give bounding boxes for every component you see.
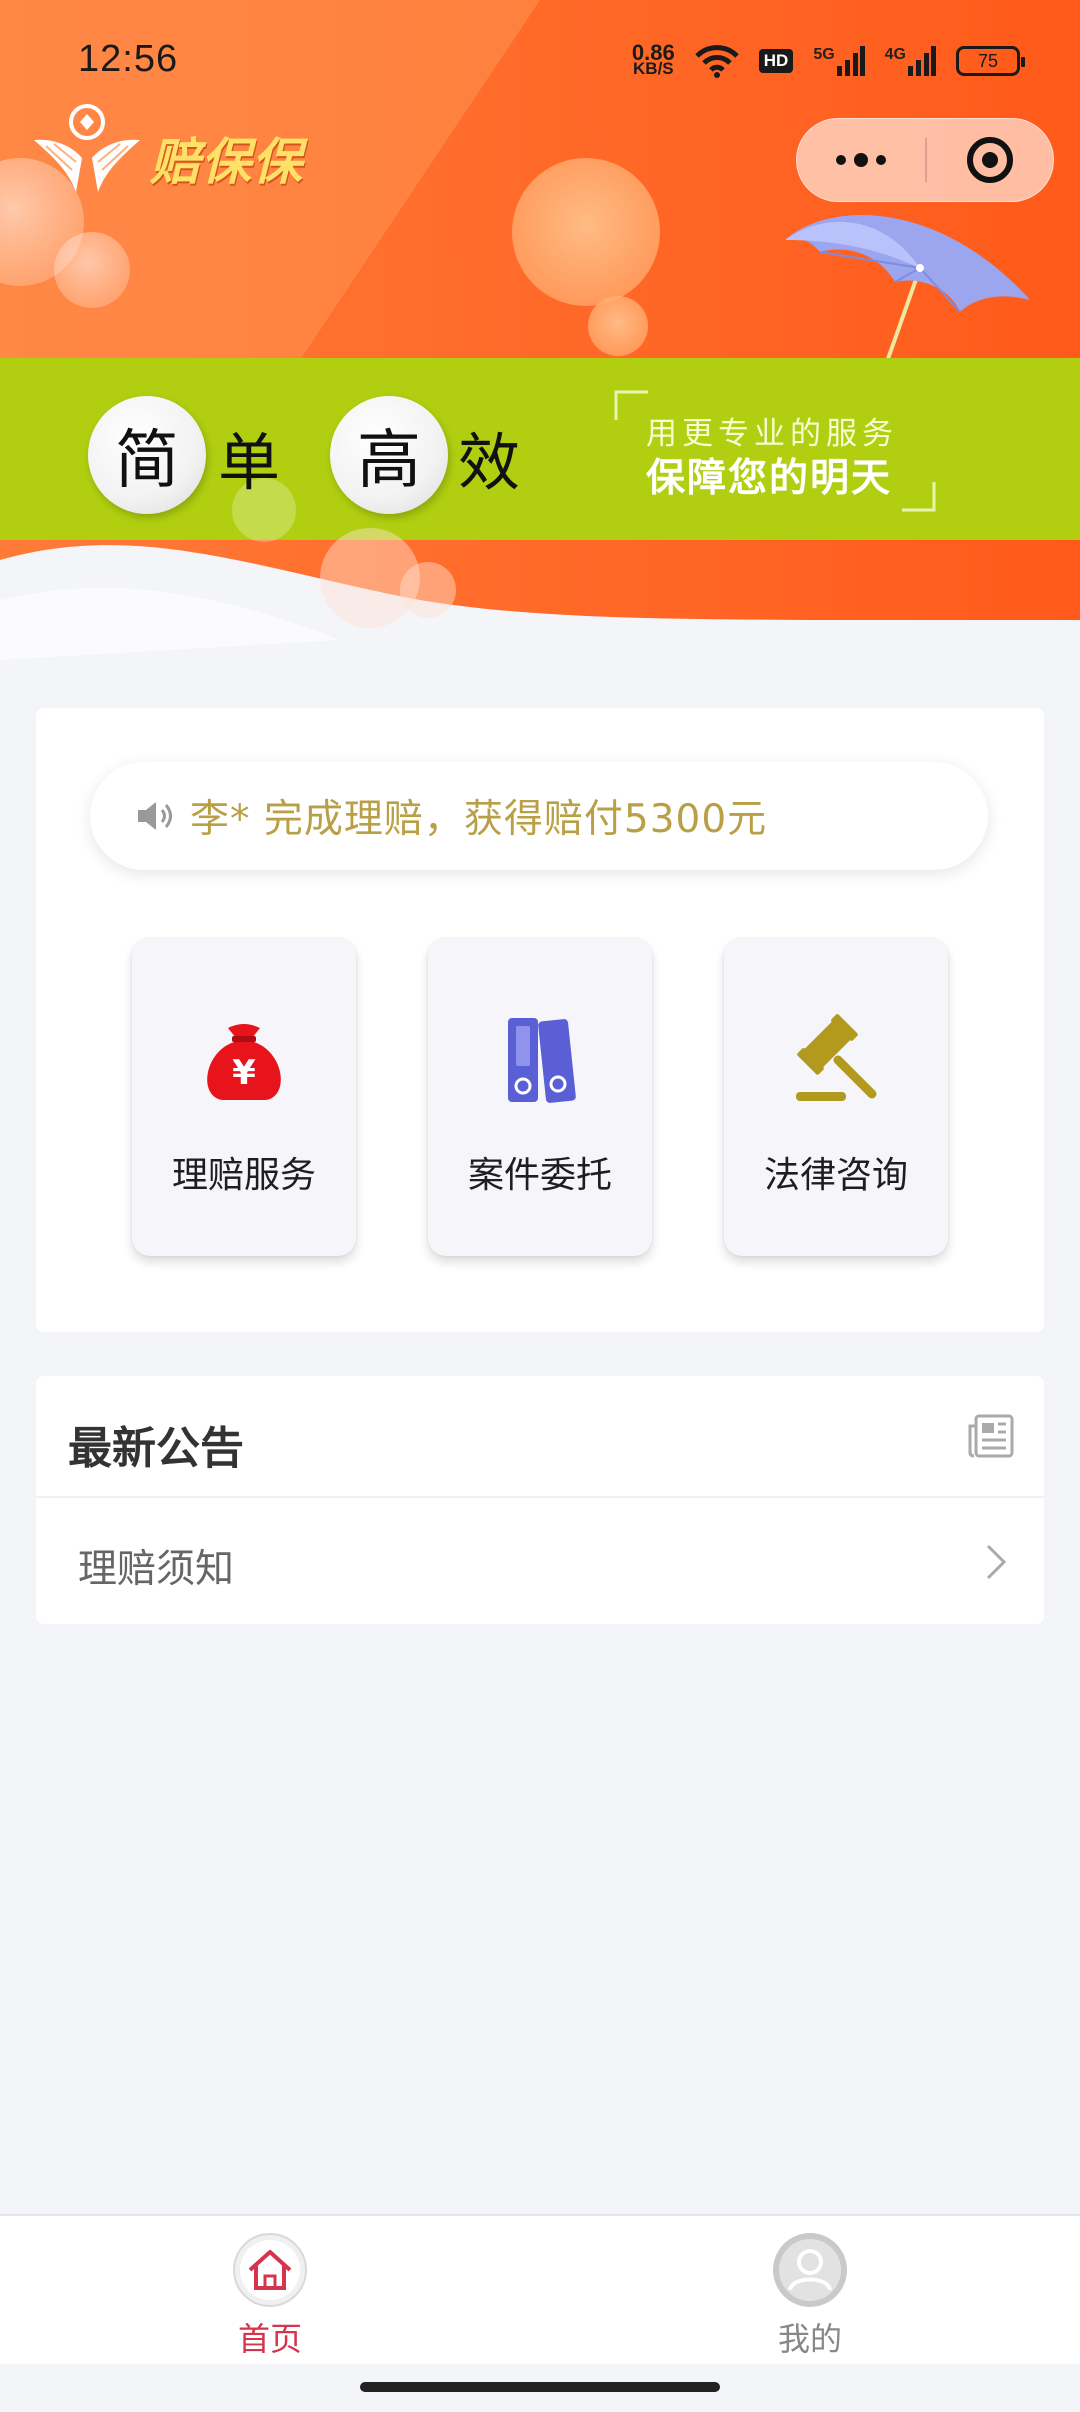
gavel-icon	[780, 1002, 892, 1114]
logo-wings-icon	[34, 104, 140, 192]
money-bag-icon: ¥	[188, 1002, 300, 1114]
tab-home[interactable]: 首页	[170, 2232, 370, 2358]
close-target-icon[interactable]	[927, 119, 1053, 201]
chevron-right-icon	[986, 1544, 1007, 1580]
announcements-header: 最新公告	[36, 1376, 1044, 1498]
wifi-icon	[694, 45, 739, 78]
announcements-card: 最新公告 理赔须知	[36, 1376, 1044, 1624]
slogan-char-1: 简	[88, 396, 206, 514]
app-logo: 赔保保	[32, 100, 332, 200]
signal-bars-icon	[908, 46, 936, 76]
announcements-title: 最新公告	[68, 1423, 244, 1474]
service-label: 理赔服务	[171, 1155, 316, 1196]
tagline-line-2: 保障您的明天	[646, 456, 893, 501]
speaker-icon	[138, 802, 172, 830]
bottom-tab-bar: 首页 我的	[0, 2214, 1080, 2364]
logo-text: 赔保保	[150, 132, 303, 191]
slogan-char-2: 单	[218, 426, 281, 499]
svg-text:¥: ¥	[232, 1053, 256, 1093]
slogan-char-3: 高	[330, 396, 448, 514]
home-icon	[233, 2233, 307, 2307]
service-label: 案件委托	[467, 1155, 612, 1196]
slogan-char-4: 效	[458, 426, 521, 499]
newspaper-icon[interactable]	[968, 1414, 1014, 1458]
user-icon	[773, 2233, 847, 2307]
service-tile-case-entrust[interactable]: 案件委托	[428, 938, 652, 1256]
announcement-item[interactable]: 理赔须知	[36, 1500, 1044, 1624]
claim-notice-bar[interactable]: 李* 完成理赔，获得赔付5300元	[90, 762, 988, 870]
announcement-label: 理赔须知	[78, 1547, 235, 1592]
network-speed: 0.86 KB/S	[631, 40, 675, 78]
hero-banner: 12:56 0.86 KB/S HD 5G 4G 75 赔保保 简 单 高 效 …	[0, 0, 1080, 660]
tab-mine[interactable]: 我的	[710, 2232, 910, 2358]
hd-badge: HD	[758, 49, 794, 73]
signal-bars-icon	[836, 46, 865, 76]
notice-text: 李* 完成理赔，获得赔付5300元	[190, 797, 768, 842]
signal-5g: 5G	[813, 46, 865, 76]
tab-home-label: 首页	[237, 2320, 302, 2358]
binders-icon	[484, 1002, 596, 1114]
status-time: 12:56	[78, 38, 179, 80]
miniprogram-capsule	[796, 118, 1054, 202]
services-card: 李* 完成理赔，获得赔付5300元 ¥ 理赔服务 案件委托 法律咨询	[36, 708, 1044, 1332]
service-tile-claims[interactable]: ¥ 理赔服务	[132, 938, 356, 1256]
service-tile-legal-consult[interactable]: 法律咨询	[724, 938, 948, 1256]
more-dots-icon[interactable]	[797, 119, 925, 201]
status-icons: 0.86 KB/S HD 5G 4G 75	[631, 36, 1025, 86]
signal-4g: 4G	[885, 46, 936, 76]
home-indicator[interactable]	[360, 2382, 720, 2392]
service-label: 法律咨询	[763, 1155, 908, 1196]
battery-indicator: 75	[956, 46, 1025, 76]
tab-mine-label: 我的	[777, 2320, 842, 2358]
